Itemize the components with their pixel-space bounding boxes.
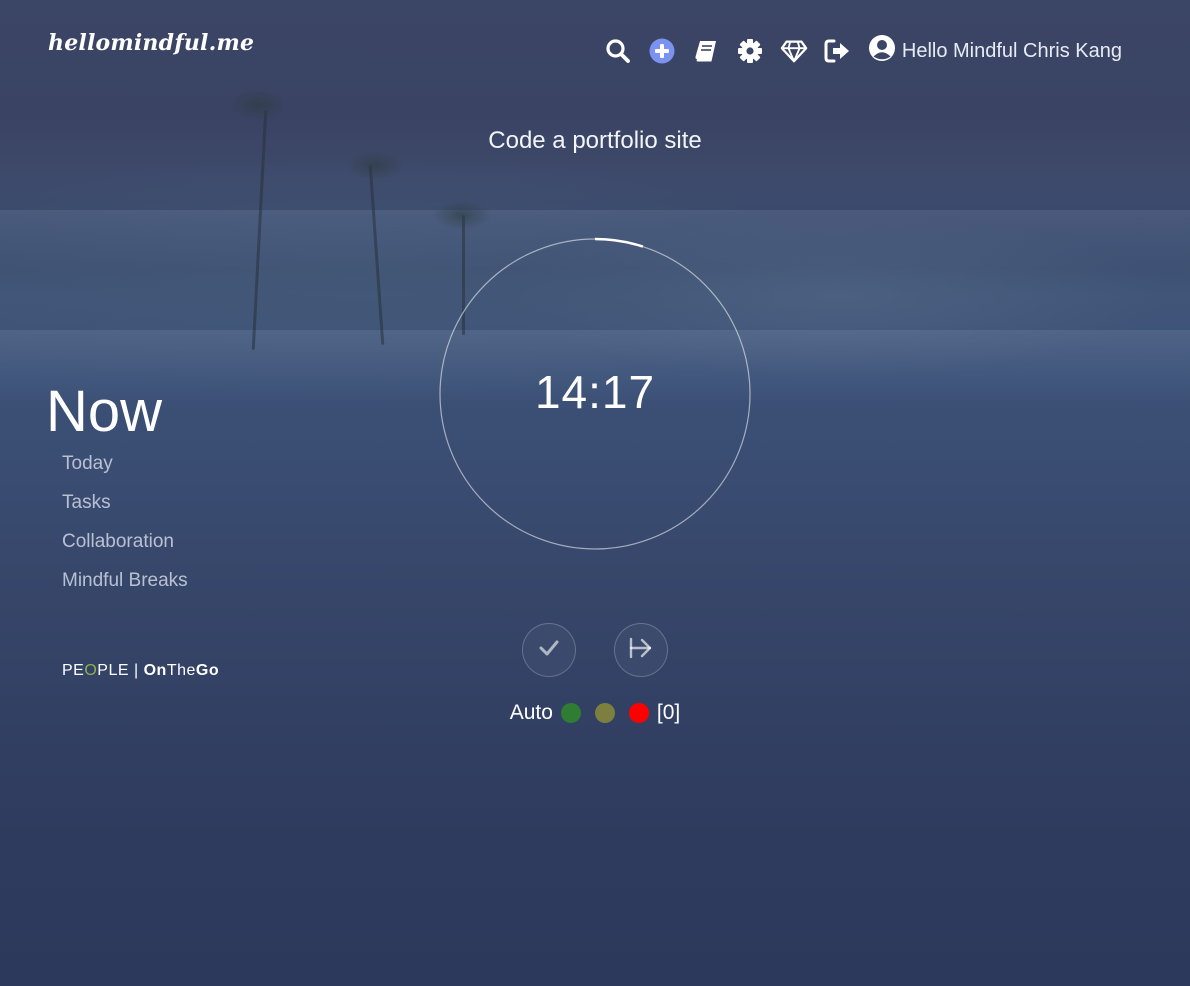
timer-display: 14:17 (534, 366, 656, 418)
brand-ple: PLE | (97, 662, 144, 679)
auto-controls: Auto [0] (0, 701, 1190, 725)
app-logo[interactable]: hellomindful.me (48, 30, 254, 56)
side-menu: Today Tasks Collaboration Mindful Breaks (62, 453, 188, 592)
gear-icon[interactable] (736, 37, 764, 65)
book-icon[interactable] (692, 37, 720, 65)
complete-button[interactable] (522, 623, 576, 677)
add-icon[interactable] (648, 37, 676, 65)
palm-fronds (432, 200, 492, 230)
menu-item-collaboration[interactable]: Collaboration (62, 531, 188, 553)
search-icon[interactable] (604, 37, 632, 65)
logout-icon[interactable] (824, 37, 852, 65)
palm-fronds (228, 90, 288, 120)
status-dot-red[interactable] (628, 703, 649, 723)
skip-arrow-icon (628, 636, 654, 665)
brand-the: The (166, 662, 196, 679)
auto-label: Auto (509, 701, 553, 724)
greeting-text: Hello Mindful Chris Kang (901, 39, 1122, 62)
brand-on: On (143, 662, 167, 679)
brand-o: O (84, 662, 98, 679)
auto-count: [0] (656, 701, 681, 724)
user-greeting[interactable]: Hello Mindful Chris Kang (868, 34, 1122, 68)
user-icon (868, 34, 896, 68)
check-icon (538, 637, 560, 664)
brand-go: Go (195, 662, 220, 679)
section-title: Now (46, 379, 163, 444)
brand-pe: PE (62, 662, 85, 679)
people-onthego-logo[interactable]: PEOPLE | OnTheGo (62, 662, 219, 680)
palm-trunk (368, 165, 385, 345)
top-nav: Hello Mindful Chris Kang (604, 34, 1122, 68)
menu-item-tasks[interactable]: Tasks (62, 492, 188, 514)
current-task-title[interactable]: Code a portfolio site (0, 127, 1190, 155)
status-dot-olive[interactable] (594, 703, 615, 723)
menu-item-mindful-breaks[interactable]: Mindful Breaks (62, 570, 188, 592)
timer-ring[interactable]: 14:17 (438, 237, 752, 551)
diamond-icon[interactable] (780, 37, 808, 65)
skip-button[interactable] (614, 623, 668, 677)
status-dot-green[interactable] (560, 703, 581, 723)
menu-item-today[interactable]: Today (62, 453, 188, 475)
